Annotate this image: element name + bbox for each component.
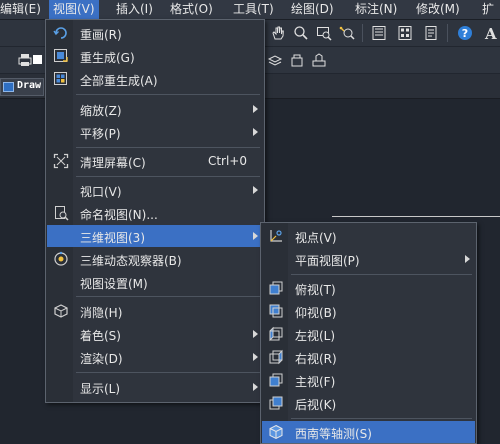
layer-previous-icon[interactable]	[289, 52, 305, 68]
help-icon[interactable]: ?	[457, 25, 473, 41]
design-center-icon[interactable]	[397, 25, 413, 41]
menu-bar: 编辑(E) 视图(V) 插入(I) 格式(O) 工具(T) 绘图(D) 标注(N…	[0, 0, 500, 20]
menu-format[interactable]: 格式(O)	[170, 2, 213, 17]
print-icon[interactable]	[17, 52, 33, 68]
drawing-tab-label: Draw	[17, 80, 42, 91]
submenu-arrow-icon	[253, 353, 258, 361]
menu-item-viewpoint[interactable]: 视点(V)	[262, 225, 475, 247]
pan-hand-icon[interactable]	[270, 25, 286, 41]
submenu-arrow-icon	[253, 105, 258, 113]
tool-palette-icon[interactable]	[423, 25, 439, 41]
svg-text:?: ?	[462, 27, 468, 40]
redraw-icon	[53, 27, 67, 39]
clean-screen-icon	[53, 153, 69, 169]
layer-state-icon[interactable]	[267, 52, 283, 68]
submenu-arrow-icon	[253, 232, 258, 240]
menu-item-top-view[interactable]: 俯视(T)	[262, 277, 475, 299]
zoom-window-icon[interactable]	[316, 25, 332, 41]
menu-item-sw-isometric[interactable]: 西南等轴测(S)	[262, 421, 475, 443]
menu-item-left-view[interactable]: 左视(L)	[262, 323, 475, 345]
menu-tools[interactable]: 工具(T)	[233, 2, 274, 17]
menu-item-hide[interactable]: 消隐(H)	[47, 300, 263, 322]
submenu-arrow-icon	[253, 186, 258, 194]
menu-edit[interactable]: 编辑(E)	[0, 2, 41, 17]
layer-isolate-icon[interactable]	[311, 52, 327, 68]
drawing-file-icon	[3, 82, 14, 92]
3d-views-submenu: 视点(V) 平面视图(P) 俯视(T) 仰视(B) 左视(L) 右视(R) 主视…	[260, 222, 477, 444]
bottom-view-icon	[269, 304, 283, 318]
menu-item-render[interactable]: 渲染(D)	[47, 346, 263, 368]
named-view-icon	[55, 206, 69, 221]
drawing-line	[332, 216, 500, 217]
menu-item-right-view[interactable]: 右视(R)	[262, 346, 475, 368]
menu-item-bottom-view[interactable]: 仰视(B)	[262, 300, 475, 322]
menu-item-3d-views[interactable]: 三维视图(3)	[47, 225, 263, 247]
menu-item-zoom[interactable]: 缩放(Z)	[47, 98, 263, 120]
color-swatch[interactable]	[33, 55, 42, 64]
orbit-icon	[54, 251, 68, 266]
submenu-arrow-icon	[253, 383, 258, 391]
zoom-previous-icon[interactable]	[339, 25, 355, 41]
text-style-icon[interactable]: A	[484, 25, 500, 41]
menu-item-front-view[interactable]: 主视(F)	[262, 369, 475, 391]
zoom-realtime-icon[interactable]	[293, 25, 309, 41]
right-view-icon	[269, 349, 283, 365]
menu-modify[interactable]: 修改(M)	[416, 2, 460, 17]
menu-insert[interactable]: 插入(I)	[116, 2, 153, 17]
menu-draw[interactable]: 绘图(D)	[291, 2, 334, 17]
viewpoint-icon	[270, 230, 282, 242]
menu-item-display[interactable]: 显示(L)	[47, 376, 263, 398]
menu-item-3d-orbit[interactable]: 三维动态观察器(B)	[47, 248, 263, 270]
menu-item-regen-all[interactable]: 全部重生成(A)	[47, 68, 263, 90]
menu-dimension[interactable]: 标注(N)	[355, 2, 397, 17]
properties-icon[interactable]	[371, 25, 387, 41]
menu-item-clean-screen[interactable]: 清理屏幕(C) Ctrl+0	[47, 150, 263, 172]
submenu-arrow-icon	[465, 255, 470, 263]
menu-view[interactable]: 视图(V)	[49, 0, 99, 19]
front-view-icon	[269, 373, 283, 387]
top-view-icon	[269, 281, 283, 295]
menu-item-shade[interactable]: 着色(S)	[47, 323, 263, 345]
back-view-icon	[269, 396, 283, 410]
drawing-tab[interactable]: Draw	[0, 78, 44, 96]
menu-item-pan[interactable]: 平移(P)	[47, 121, 263, 143]
view-menu: 重画(R) 重生成(G) 全部重生成(A) 缩放(Z) 平移(P) 清理屏幕(C…	[45, 19, 265, 403]
regen-all-icon	[54, 72, 67, 85]
regen-icon	[54, 49, 68, 62]
menu-item-viewport[interactable]: 视口(V)	[47, 179, 263, 201]
hide-icon	[54, 304, 68, 318]
submenu-arrow-icon	[253, 330, 258, 338]
submenu-arrow-icon	[253, 128, 258, 136]
left-view-icon	[269, 326, 283, 342]
menu-item-back-view[interactable]: 后视(K)	[262, 392, 475, 414]
sw-iso-icon	[269, 424, 283, 440]
menu-item-regen[interactable]: 重生成(G)	[47, 45, 263, 67]
menu-extension[interactable]: 扩	[482, 2, 494, 17]
menu-item-view-settings[interactable]: 视图设置(M)	[47, 271, 263, 293]
menu-item-redraw[interactable]: 重画(R)	[47, 22, 263, 44]
menu-item-plan-view[interactable]: 平面视图(P)	[262, 248, 475, 270]
svg-text:A: A	[484, 25, 497, 41]
menu-item-named-view[interactable]: 命名视图(N)...	[47, 202, 263, 224]
